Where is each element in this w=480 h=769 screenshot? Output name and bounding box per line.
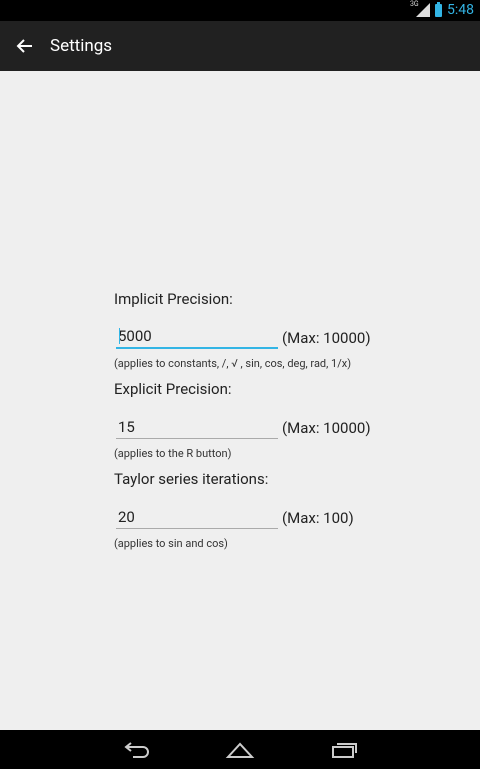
home-icon: [225, 742, 255, 758]
back-icon: [124, 741, 149, 758]
action-bar: Settings: [0, 21, 480, 71]
status-time: 5:48: [447, 2, 474, 18]
page-title: Settings: [50, 36, 113, 56]
taylor-iterations-max: (Max: 100): [282, 509, 354, 527]
implicit-precision-input[interactable]: 5000: [116, 325, 278, 349]
explicit-precision-hint: (applies to the R button): [114, 447, 232, 460]
recents-icon: [332, 742, 357, 758]
nav-back-button[interactable]: [114, 735, 158, 765]
implicit-precision-hint: (applies to constants, /, √ , sin, cos, …: [114, 357, 352, 370]
implicit-precision-label: Implicit Precision:: [114, 290, 233, 308]
battery-icon: [435, 1, 442, 17]
nav-recents-button[interactable]: [322, 735, 366, 765]
taylor-iterations-input[interactable]: 20: [116, 505, 278, 529]
implicit-precision-max: (Max: 10000): [282, 329, 371, 347]
taylor-iterations-hint: (applies to sin and cos): [114, 537, 228, 550]
nav-home-button[interactable]: [218, 735, 262, 765]
settings-form: Implicit Precision: 5000 (Max: 10000) (a…: [114, 290, 384, 560]
signal-icon: 3G: [410, 0, 430, 17]
network-type: 3G: [410, 0, 419, 8]
taylor-iterations-label: Taylor series iterations:: [114, 470, 269, 488]
navigation-bar: [0, 730, 480, 769]
explicit-precision-input[interactable]: 15: [116, 415, 278, 439]
explicit-precision-max: (Max: 10000): [282, 419, 371, 437]
explicit-precision-label: Explicit Precision:: [114, 380, 232, 398]
arrow-back-icon: [16, 39, 32, 53]
status-bar: 3G 5:48: [0, 0, 480, 21]
back-button[interactable]: [2, 21, 48, 71]
